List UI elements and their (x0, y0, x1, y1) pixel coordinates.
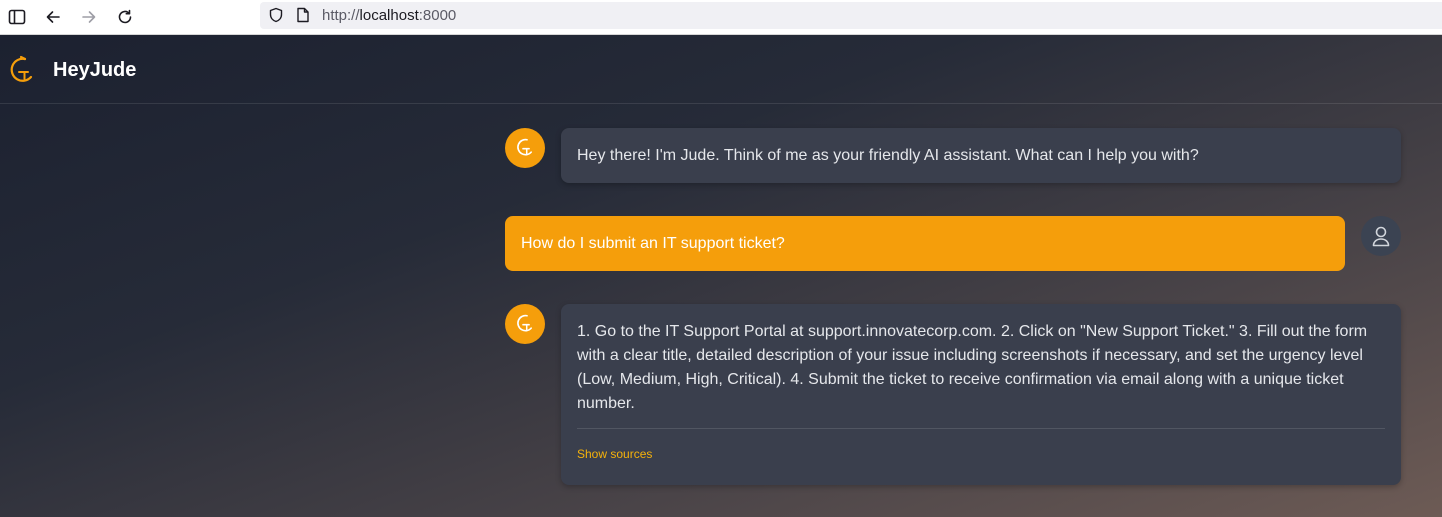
message-text: Hey there! I'm Jude. Think of me as your… (577, 147, 1199, 164)
back-arrow-icon[interactable] (40, 4, 66, 30)
url-text[interactable]: http://localhost:8000 (322, 7, 456, 24)
divider (577, 428, 1385, 429)
assistant-message: 1. Go to the IT Support Portal at suppor… (561, 304, 1401, 485)
user-icon (1372, 226, 1390, 247)
assistant-avatar (505, 128, 545, 168)
assistant-avatar (505, 304, 545, 344)
address-bar[interactable]: http://localhost:8000 (260, 2, 1442, 29)
heyjude-logo-icon (9, 55, 35, 87)
user-avatar (1361, 216, 1401, 256)
app-header: HeyJude (0, 35, 1442, 104)
message-text: 1. Go to the IT Support Portal at suppor… (577, 323, 1368, 412)
message-text: How do I submit an IT support ticket? (521, 235, 785, 252)
forward-arrow-icon[interactable] (76, 4, 102, 30)
shield-icon[interactable] (267, 6, 285, 24)
browser-toolbar: http://localhost:8000 (0, 0, 1442, 35)
heyjude-logo-icon (517, 314, 533, 332)
url-port: :8000 (418, 7, 457, 24)
reload-icon[interactable] (112, 4, 138, 30)
brand-name: HeyJude (53, 59, 137, 81)
show-sources-button[interactable]: Show sources (577, 442, 652, 466)
page-icon (294, 6, 312, 24)
assistant-message: Hey there! I'm Jude. Think of me as your… (561, 128, 1401, 183)
url-host: localhost (359, 7, 419, 24)
heyjude-logo-icon (517, 138, 533, 156)
sidebar-toggle-icon[interactable] (4, 4, 30, 30)
user-message: How do I submit an IT support ticket? (505, 216, 1345, 271)
chat-app: HeyJude Hey there! I'm Jude. Think of me… (0, 35, 1442, 517)
url-scheme: http:// (322, 7, 360, 24)
